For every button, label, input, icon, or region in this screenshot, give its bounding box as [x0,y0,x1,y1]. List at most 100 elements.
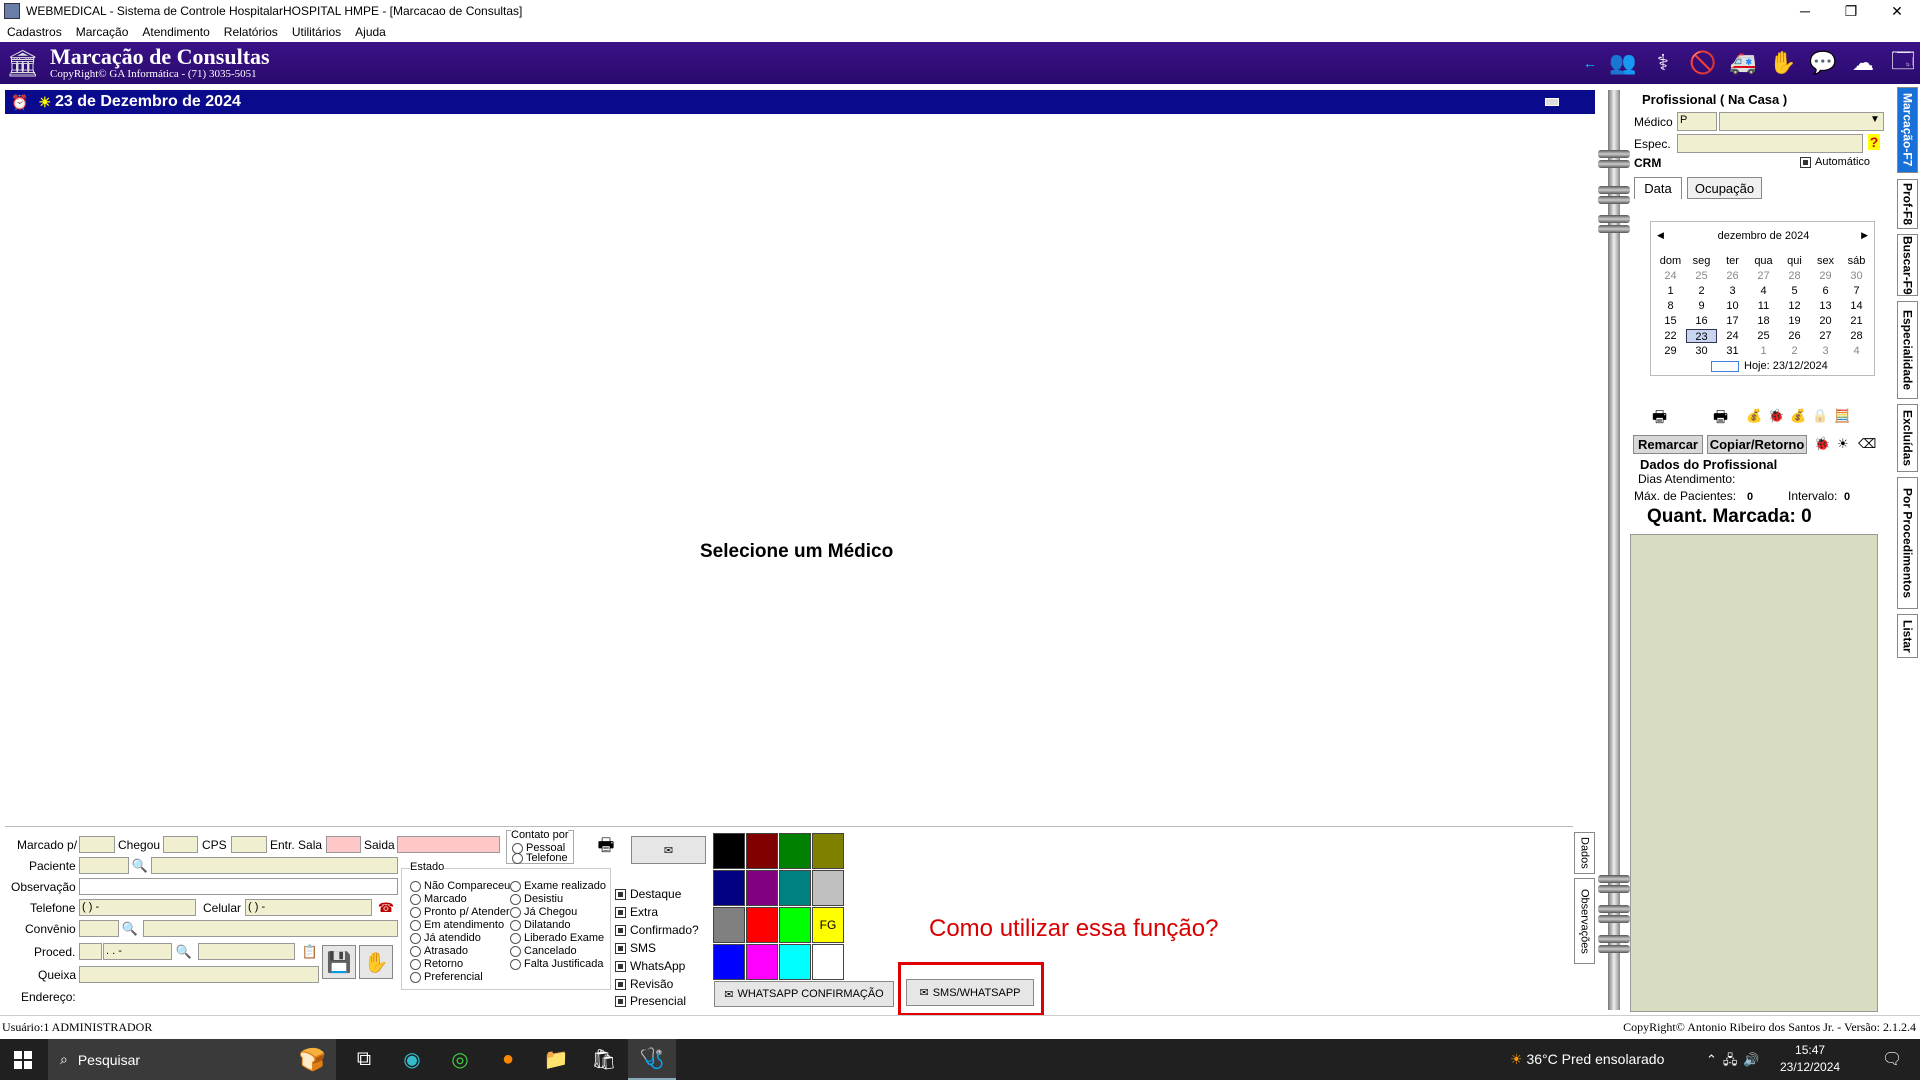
calendar-day[interactable]: 9 [1686,299,1717,313]
paciente-name-input[interactable] [151,857,398,874]
tab-marcacao[interactable]: Marcação-F7 [1897,87,1918,173]
sun-icon[interactable]: ☀ [1837,436,1849,452]
estado-radio[interactable]: Dilatando [510,919,570,931]
next-month-icon[interactable]: ▶ [1861,230,1868,241]
entr-sala-input[interactable] [326,836,361,853]
calendar-day[interactable]: 27 [1748,269,1779,283]
notifications-icon[interactable]: 🗨 [1882,1049,1902,1069]
calendar-day[interactable]: 12 [1779,299,1810,313]
calendar-day[interactable]: 26 [1717,269,1748,283]
color-swatch[interactable] [746,944,778,980]
search-convenio-icon[interactable]: 🔍 [121,920,139,937]
estado-radio[interactable]: Retorno [410,958,463,970]
extra-checkbox[interactable]: Extra [615,905,658,919]
saida-input[interactable] [397,836,500,853]
minimize-button[interactable]: ─ [1782,3,1828,19]
money-bag-icon[interactable]: 💰 [1790,408,1806,424]
stop-hand-button[interactable]: ✋ [359,945,393,979]
tab-observacoes[interactable]: Observações [1574,878,1595,964]
tab-data[interactable]: Data [1634,177,1682,199]
calendar-day[interactable]: 29 [1655,344,1686,358]
calendar-day[interactable]: 3 [1810,344,1841,358]
estado-radio[interactable]: Liberado Exame [510,932,604,944]
calendar-day[interactable]: 26 [1779,329,1810,343]
hand-icon[interactable]: ✋ [1766,46,1800,80]
tray-icons[interactable]: ⌃🖧🔊 [1706,1051,1766,1073]
menu-cadastros[interactable]: Cadastros [7,25,62,39]
calendar-day[interactable]: 7 [1841,284,1872,298]
scroll-icon[interactable] [1545,98,1559,106]
color-swatch[interactable] [779,833,811,869]
calendar-day[interactable]: 14 [1841,299,1872,313]
calendar-day[interactable]: 29 [1810,269,1841,283]
weather[interactable]: ☀ 36°C Pred ensolarado [1510,1051,1664,1068]
lock-icon[interactable]: 🔒 [1812,408,1828,424]
print-check-icon[interactable]: 🖶 [1652,406,1667,433]
calendar-day[interactable]: 28 [1779,269,1810,283]
clock[interactable]: 15:47 23/12/2024 [1780,1042,1840,1076]
copiar-retorno-button[interactable]: Copiar/Retorno [1707,435,1807,454]
estado-radio[interactable]: Falta Justificada [510,958,603,970]
calendar-day[interactable]: 23 [1686,329,1717,343]
calendar-day[interactable]: 18 [1748,314,1779,328]
tab-procedimentos[interactable]: Por Procedimentos [1897,477,1918,609]
search-proced-icon[interactable]: 🔍 [175,943,193,960]
ambulance-icon[interactable]: 🚑 [1726,46,1760,80]
menu-marcacao[interactable]: Marcação [76,25,129,39]
calendar-day[interactable]: 25 [1748,329,1779,343]
espec-input[interactable] [1677,134,1863,153]
paciente-code-input[interactable] [79,857,129,874]
calendar-day[interactable]: 24 [1717,329,1748,343]
proced-name-input[interactable] [198,943,295,960]
print-icon[interactable]: 🖶 [1713,406,1728,433]
users-icon[interactable]: 👥 [1606,46,1640,80]
file-explorer-icon[interactable]: 📁 [532,1039,580,1080]
convenio-name-input[interactable] [143,920,398,937]
edge-icon[interactable]: ◉ [388,1039,436,1080]
destaque-checkbox[interactable]: Destaque [615,887,681,901]
calendar-day[interactable]: 10 [1717,299,1748,313]
estado-radio[interactable]: Pronto p/ Atender [410,906,510,918]
menu-utilitarios[interactable]: Utilitários [292,25,341,39]
calendar-day[interactable]: 24 [1655,269,1686,283]
calendar-day[interactable]: 21 [1841,314,1872,328]
celular-input[interactable]: ( ) - [245,899,372,916]
color-swatch[interactable] [746,870,778,906]
calendar-day[interactable]: 11 [1748,299,1779,313]
sun-icon[interactable]: ☀ [38,94,51,111]
patient-list[interactable] [1630,534,1878,1012]
tab-excluidas[interactable]: Excluídas [1897,404,1918,472]
bug-icon[interactable]: 🐞 [1768,408,1784,424]
automatico-checkbox[interactable]: Automático [1800,156,1870,168]
estado-radio[interactable]: Já Chegou [510,906,577,918]
calendar-day[interactable]: 16 [1686,314,1717,328]
tab-buscar[interactable]: Buscar-F9 [1897,234,1918,296]
observacao-input[interactable] [79,878,398,895]
convenio-code-input[interactable] [79,920,119,937]
color-swatch[interactable] [812,833,844,869]
window-icon[interactable]: 🗔 [1886,46,1920,80]
contato-telefone-radio[interactable]: Telefone [512,852,568,864]
color-swatch[interactable] [713,944,745,980]
store-icon[interactable]: 🛍 [580,1039,628,1080]
menu-ajuda[interactable]: Ajuda [355,25,386,39]
revisao-checkbox[interactable]: Revisão [615,977,673,991]
calendar-day[interactable]: 30 [1686,344,1717,358]
chegou-input[interactable] [163,836,198,853]
envelope-button[interactable]: ✉ [631,836,706,864]
calendar-day[interactable]: 13 [1810,299,1841,313]
presencial-checkbox[interactable]: Presencial [615,994,686,1008]
maximize-button[interactable]: ❐ [1828,3,1874,20]
cps-input[interactable] [231,836,267,853]
calendar-day[interactable]: 17 [1717,314,1748,328]
calendar-day[interactable]: 2 [1779,344,1810,358]
caduceus-icon[interactable]: ⚕ [1646,46,1680,80]
whatsapp-confirmacao-button[interactable]: ✉ WHATSAPP CONFIRMAÇÃO [714,981,894,1007]
proced-code-input[interactable]: . . - [103,943,172,960]
calendar-day[interactable]: 15 [1655,314,1686,328]
estado-radio[interactable]: Não Compareceu [410,880,510,892]
calc-icon[interactable]: 🧮 [1834,408,1850,424]
no-entry-icon[interactable]: 🚫 [1686,46,1720,80]
tab-ocupacao[interactable]: Ocupação [1687,177,1762,199]
back-arrow-icon[interactable]: ← [1580,46,1600,80]
